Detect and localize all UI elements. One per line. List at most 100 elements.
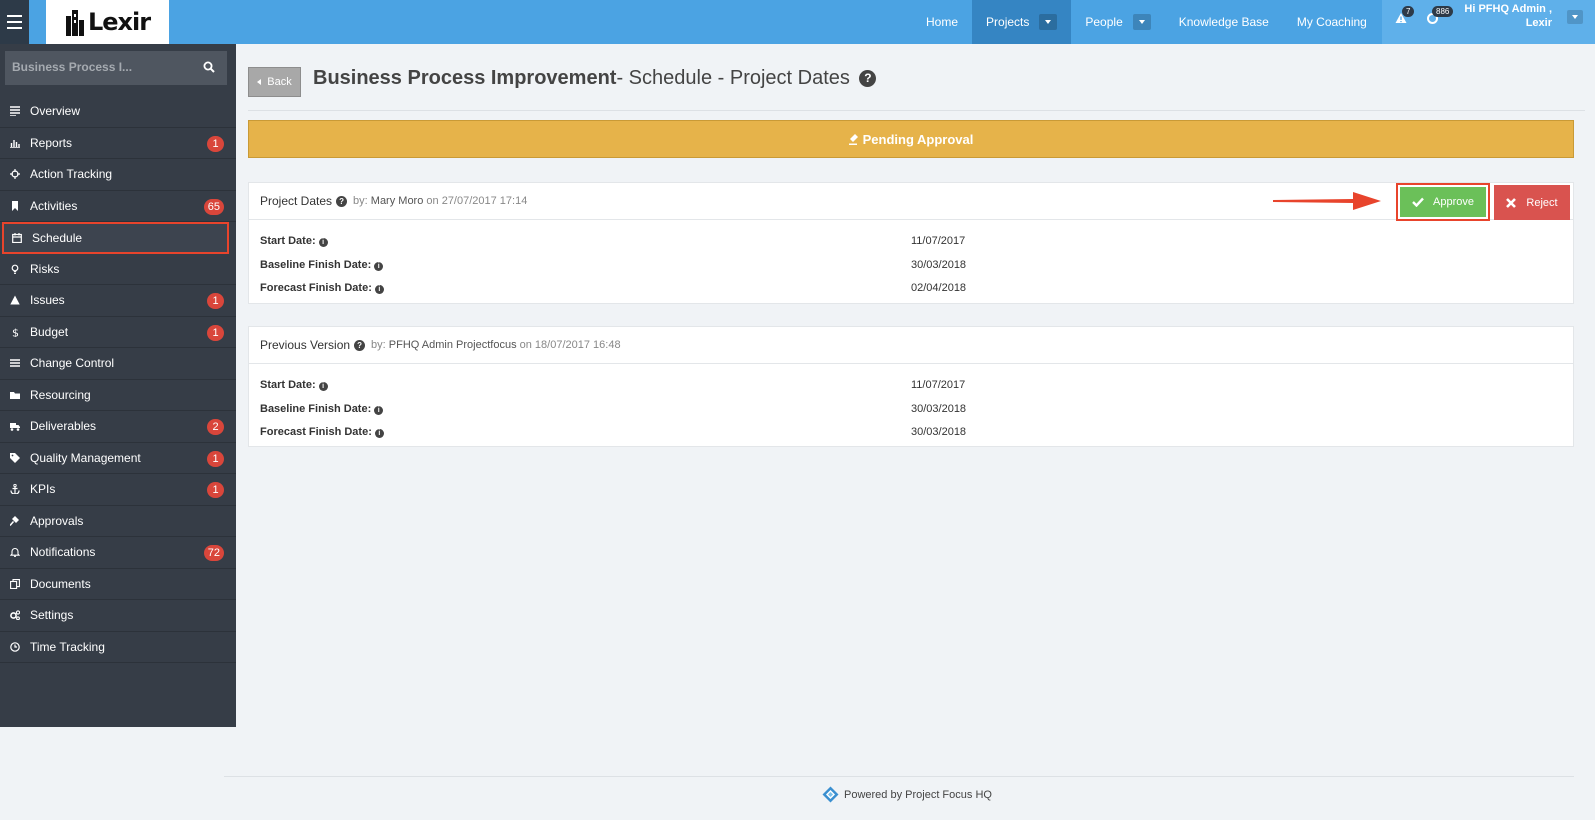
- calendar-icon: [12, 232, 22, 243]
- hamburger-menu-icon[interactable]: [0, 0, 29, 44]
- author-name: Mary Moro: [370, 195, 424, 207]
- sidebar-item-approvals[interactable]: Approvals: [0, 506, 236, 537]
- project-focus-logo-icon: [822, 786, 839, 803]
- nav-my-coaching[interactable]: My Coaching: [1283, 0, 1381, 44]
- sidebar-item-activities[interactable]: Activities 65: [0, 191, 236, 222]
- sidebar-item-change-control[interactable]: Change Control: [0, 348, 236, 380]
- dollar-icon: $: [12, 327, 19, 337]
- info-icon[interactable]: i: [318, 382, 328, 391]
- reject-button[interactable]: Reject: [1494, 185, 1570, 220]
- author-name: PFHQ Admin Projectfocus: [388, 339, 517, 351]
- previous-fields: Start Date: i 11/07/2017 Baseline Finish D…: [249, 364, 1573, 444]
- approve-button[interactable]: Approve: [1400, 187, 1486, 217]
- sidebar-item-label: Risks: [30, 261, 60, 276]
- check-icon: [1412, 197, 1424, 207]
- field-row: Start Date: i 11/07/2017: [249, 373, 1573, 397]
- field-row: Start Date: i 11/07/2017: [249, 229, 1573, 253]
- sidebar-item-quality-management[interactable]: Quality Management 1: [0, 443, 236, 474]
- page-title: Business Process Improvement- Schedule -…: [313, 67, 877, 90]
- back-button[interactable]: Back: [248, 67, 301, 97]
- alerts-count-badge: 7: [1402, 6, 1415, 17]
- user-dropdown-icon[interactable]: [1567, 10, 1583, 24]
- app-logo[interactable]: Lexir: [46, 0, 169, 44]
- nav-projects-label: Projects: [986, 15, 1030, 29]
- search-icon[interactable]: [203, 61, 215, 73]
- nav-home[interactable]: Home: [912, 0, 972, 44]
- info-icon[interactable]: i: [374, 261, 384, 271]
- sidebar-item-label: Reports: [30, 135, 73, 150]
- info-icon[interactable]: i: [318, 238, 328, 247]
- sidebar-menu: Overview Reports 1 Action Tracking Activitie…: [0, 96, 236, 663]
- help-icon[interactable]: ?: [859, 70, 877, 87]
- sidebar-item-schedule[interactable]: Schedule: [2, 222, 229, 254]
- previous-panel-title: Previous Version: [260, 338, 351, 352]
- help-icon[interactable]: ?: [354, 339, 366, 351]
- info-icon[interactable]: i: [374, 405, 384, 415]
- timestamp: on 27/07/2017 17:14: [426, 195, 528, 207]
- sidebar-item-label: Action Tracking: [30, 167, 113, 182]
- main-nav: Home Projects People Knowledge Base My C…: [912, 0, 1381, 44]
- truck-icon: [10, 423, 20, 432]
- pending-approval-banner: Pending Approval: [248, 120, 1574, 158]
- count-badge: 1: [207, 135, 224, 152]
- sidebar-item-label: Change Control: [30, 356, 115, 371]
- field-value: 11/07/2017: [911, 235, 966, 247]
- footer-divider: [224, 776, 1574, 777]
- sidebar-item-notifications[interactable]: Notifications 72: [0, 537, 236, 569]
- sidebar-item-label: Schedule: [32, 230, 83, 245]
- sidebar-item-resourcing[interactable]: Resourcing: [0, 380, 236, 411]
- red-arrow-annotation: [1273, 192, 1381, 210]
- info-icon[interactable]: i: [374, 429, 384, 438]
- field-value: 02/04/2018: [911, 282, 967, 294]
- sidebar-item-issues[interactable]: Issues 1: [0, 285, 236, 317]
- sidebar-item-kpis[interactable]: KPIs 1: [0, 474, 236, 506]
- info-icon[interactable]: i: [374, 285, 384, 294]
- sidebar-item-risks[interactable]: Risks: [0, 254, 236, 285]
- projects-dropdown-icon[interactable]: [1039, 14, 1058, 30]
- sidebar-item-label: Issues: [30, 293, 65, 308]
- field-label: Baseline Finish Date:: [260, 402, 372, 415]
- close-icon: [1506, 197, 1517, 208]
- sidebar-item-documents[interactable]: Documents: [0, 569, 236, 600]
- back-label: Back: [267, 76, 292, 88]
- sidebar-item-budget[interactable]: $ Budget 1: [0, 317, 236, 348]
- pending-approval-label: Pending Approval: [862, 131, 974, 147]
- lightbulb-icon: [11, 264, 19, 274]
- back-arrow-icon: [257, 79, 262, 85]
- sidebar-item-label: Resourcing: [30, 387, 91, 402]
- footer: Powered by Project Focus HQ: [822, 786, 992, 803]
- lines-icon: [10, 359, 20, 367]
- sidebar-item-overview[interactable]: Overview: [0, 96, 236, 128]
- people-dropdown-icon[interactable]: [1132, 14, 1151, 30]
- footer-text[interactable]: Powered by Project Focus HQ: [844, 789, 992, 801]
- sidebar-item-time-tracking[interactable]: Time Tracking: [0, 632, 236, 663]
- user-greeting-line1: Hi PFHQ Admin ,: [1464, 3, 1552, 15]
- sidebar-item-label: Settings: [30, 608, 74, 623]
- sidebar-item-action-tracking[interactable]: Action Tracking: [0, 159, 236, 191]
- nav-projects[interactable]: Projects: [972, 0, 1072, 44]
- project-search-input[interactable]: Business Process I...: [5, 51, 227, 85]
- nav-my-coaching-label: My Coaching: [1296, 15, 1367, 29]
- bell-icon: [10, 548, 20, 558]
- sidebar-item-label: Notifications: [30, 545, 96, 560]
- timestamp: on 18/07/2017 16:48: [519, 339, 621, 351]
- nav-knowledge-base[interactable]: Knowledge Base: [1165, 0, 1283, 44]
- sidebar-item-deliverables[interactable]: Deliverables 2: [0, 411, 236, 443]
- nav-people[interactable]: People: [1071, 0, 1164, 44]
- sidebar-item-settings[interactable]: Settings: [0, 600, 236, 632]
- help-icon[interactable]: ?: [336, 195, 348, 207]
- current-panel-title: Project Dates: [260, 194, 333, 208]
- by-label: by:: [371, 339, 386, 351]
- reject-label: Reject: [1526, 196, 1558, 209]
- sidebar-item-label: Overview: [30, 104, 81, 119]
- field-value: 30/03/2018: [911, 426, 967, 438]
- sidebar-item-reports[interactable]: Reports 1: [0, 128, 236, 159]
- current-fields: Start Date: i 11/07/2017 Baseline Finish D…: [249, 220, 1573, 300]
- user-greeting[interactable]: Hi PFHQ Admin , Lexir: [1442, 2, 1552, 30]
- user-greeting-line2: Lexir: [1525, 17, 1552, 29]
- count-badge: 1: [207, 450, 224, 467]
- sidebar-item-label: Activities: [30, 198, 78, 213]
- divider: [248, 110, 1585, 111]
- field-label: Baseline Finish Date:: [260, 258, 372, 271]
- count-badge: 1: [207, 293, 224, 309]
